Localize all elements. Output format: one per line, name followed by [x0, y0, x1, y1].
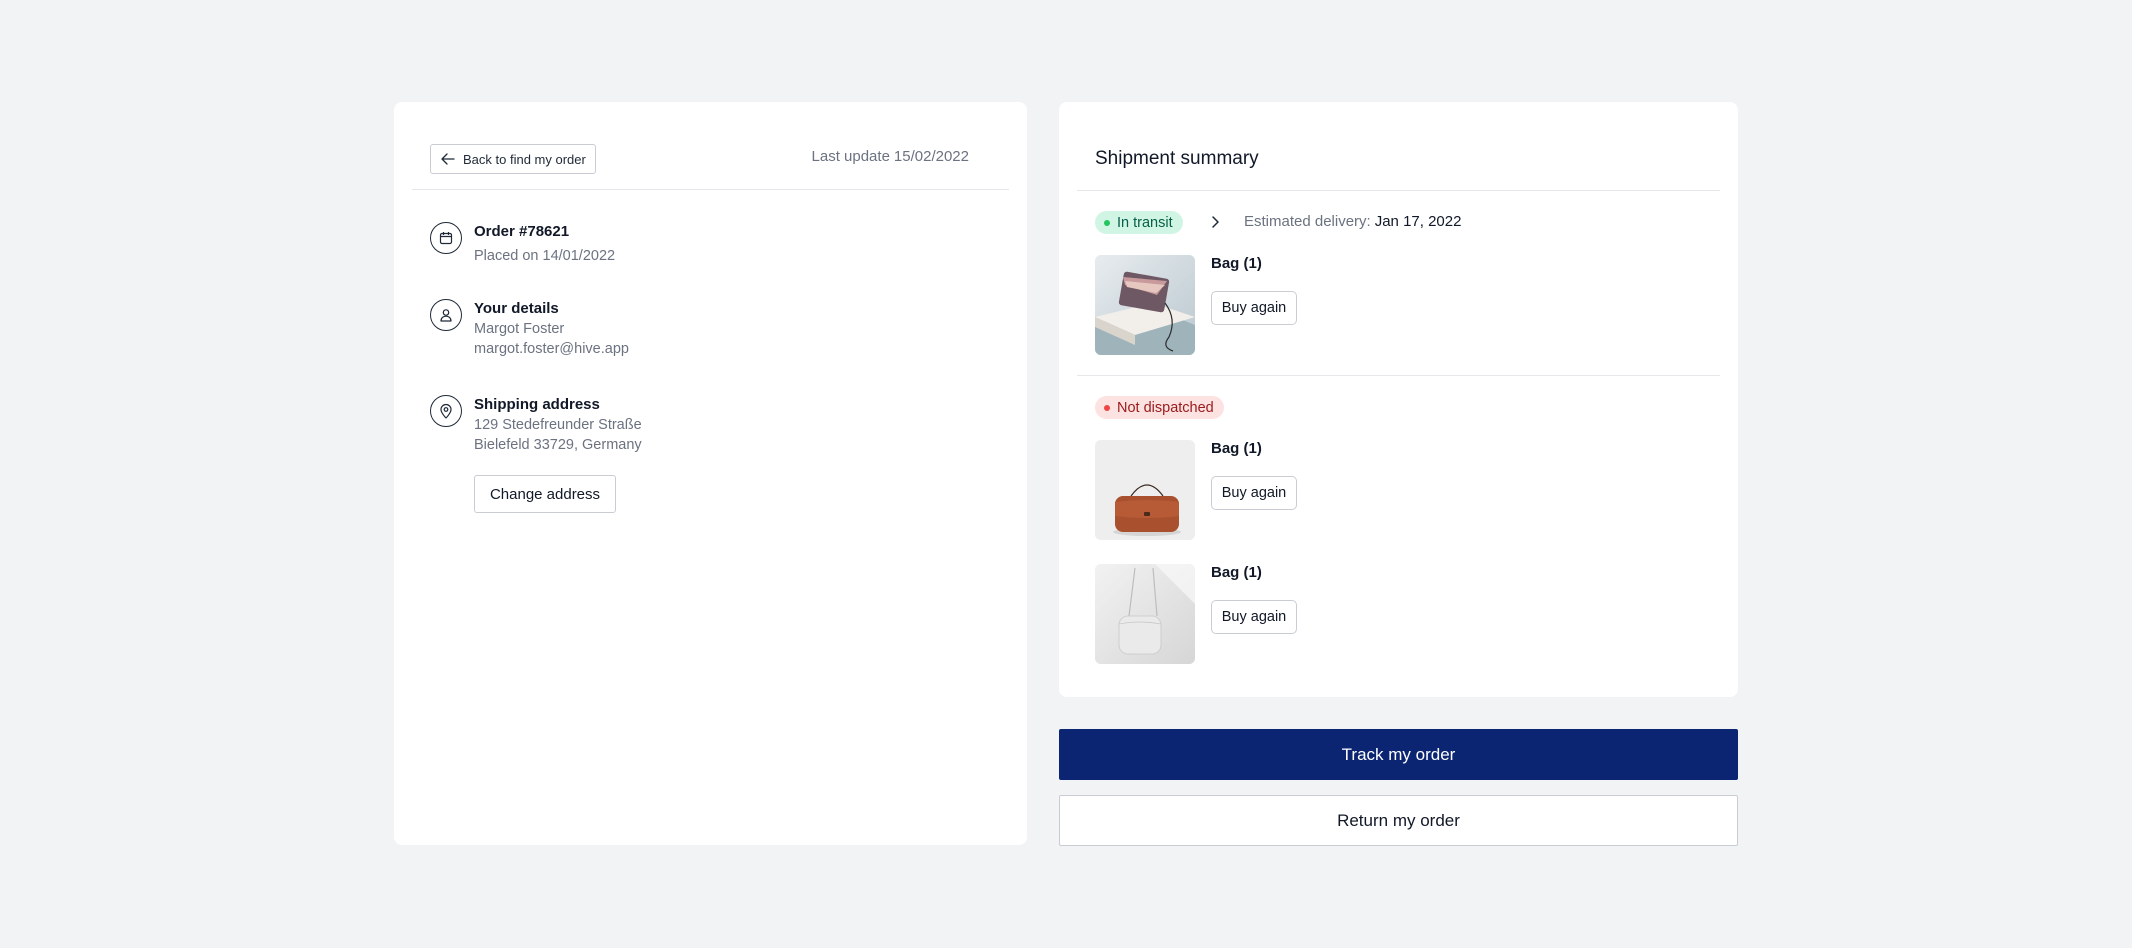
header-divider [412, 189, 1009, 190]
status-label: Not dispatched [1117, 399, 1214, 416]
status-dot [1104, 219, 1110, 226]
last-update-label: Last update [811, 148, 890, 165]
calendar-icon [430, 222, 462, 254]
your-details-title: Your details [474, 300, 559, 317]
estimated-delivery: Estimated delivery: Jan 17, 2022 [1244, 213, 1461, 230]
back-button-label: Back to find my order [463, 151, 586, 167]
order-number: Order #78621 [474, 223, 570, 240]
chevron-right-icon[interactable] [1210, 215, 1220, 234]
product-image [1095, 564, 1195, 664]
track-order-button[interactable]: Track my order [1059, 729, 1738, 780]
last-update-value: 15/02/2022 [893, 148, 969, 165]
status-badge-not-dispatched: Not dispatched [1095, 396, 1224, 419]
estimated-delivery-label: Estimated delivery: [1244, 213, 1371, 230]
shipping-address-title: Shipping address [474, 396, 600, 413]
status-badge-in-transit: In transit [1095, 211, 1183, 234]
customer-name: Margot Foster [474, 321, 565, 337]
address-line-2: Bielefeld 33729, Germany [474, 437, 642, 453]
buy-again-button[interactable]: Buy again [1211, 291, 1297, 325]
return-order-button[interactable]: Return my order [1059, 795, 1738, 846]
user-icon [430, 299, 462, 331]
address-line-1: 129 Stedefreunder Straße [474, 417, 642, 433]
summary-divider [1077, 190, 1720, 191]
shipment-summary-title: Shipment summary [1095, 148, 1259, 169]
last-update: Last update 15/02/2022 [812, 148, 969, 165]
item-name: Bag (1) [1211, 564, 1262, 581]
order-details-card: Back to find my order Last update 15/02/2… [394, 102, 1027, 845]
arrow-left-icon [441, 153, 455, 165]
item-name: Bag (1) [1211, 440, 1262, 457]
status-dot [1104, 404, 1110, 411]
buy-again-button[interactable]: Buy again [1211, 476, 1297, 510]
change-address-button[interactable]: Change address [474, 475, 616, 513]
shipment-item: Bag (1) Buy again [1095, 440, 1595, 540]
back-to-find-order-button[interactable]: Back to find my order [430, 144, 596, 174]
buy-again-button[interactable]: Buy again [1211, 600, 1297, 634]
product-image [1095, 440, 1195, 540]
shipment-item: Bag (1) Buy again [1095, 564, 1595, 664]
estimated-delivery-date: Jan 17, 2022 [1374, 213, 1462, 230]
shipment-summary-card: Shipment summary In transit Estimated de… [1059, 102, 1738, 697]
status-label: In transit [1117, 214, 1173, 231]
group-divider [1077, 375, 1720, 376]
order-placed-date: Placed on 14/01/2022 [474, 248, 616, 264]
customer-email: margot.foster@hive.app [474, 341, 629, 357]
shipment-item: Bag (1) Buy again [1095, 255, 1595, 355]
map-pin-icon [430, 395, 462, 427]
item-name: Bag (1) [1211, 255, 1262, 272]
product-image [1095, 255, 1195, 355]
